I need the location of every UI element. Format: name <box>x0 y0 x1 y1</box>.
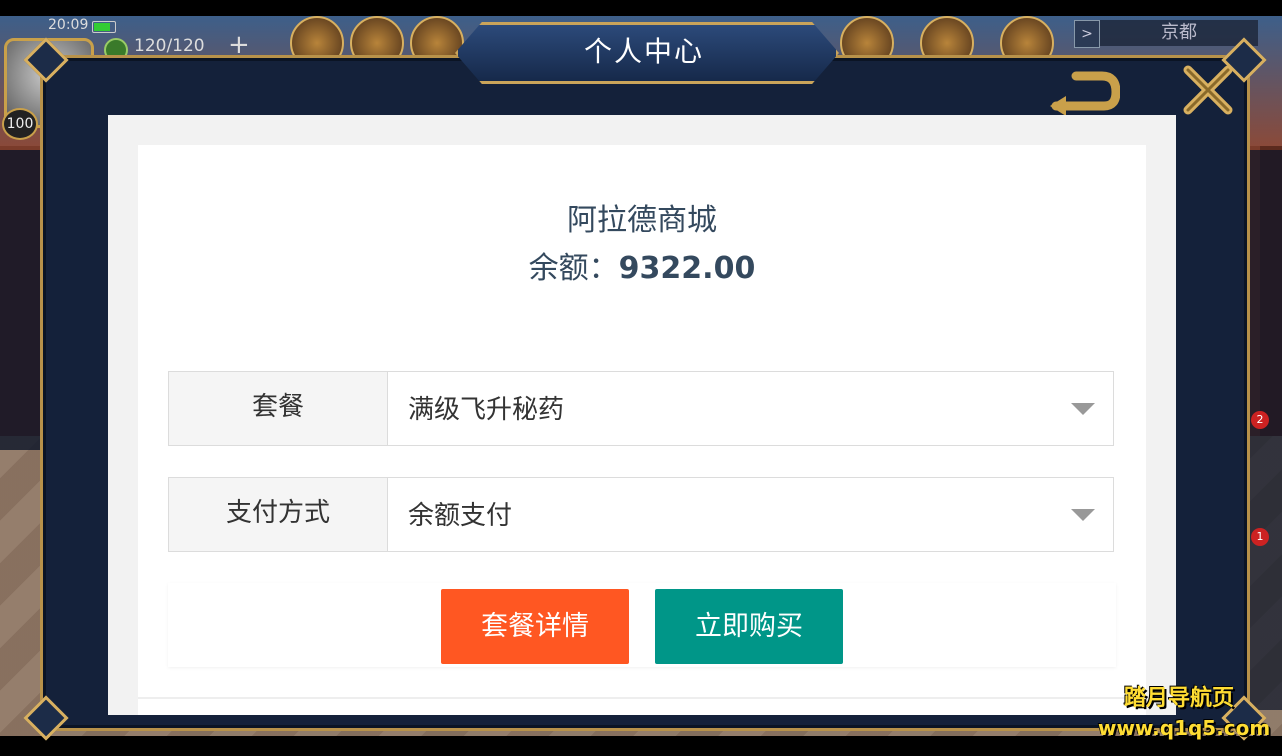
chevron-down-icon[interactable] <box>1071 509 1095 521</box>
payment-method-label: 支付方式 <box>169 478 388 551</box>
chevron-down-icon[interactable] <box>1071 403 1095 415</box>
payment-method-select[interactable]: 支付方式 余额支付 <box>168 477 1114 552</box>
quest-panel[interactable] <box>0 150 44 450</box>
package-value[interactable]: 满级飞升秘药 <box>408 372 564 445</box>
shop-webview: 阿拉德商城 余额：9322.00 套餐 满级飞升秘药 支付方式 余额支付 套餐详… <box>108 115 1176 715</box>
status-clock: 20:09 <box>48 17 89 33</box>
buy-now-button[interactable]: 立即购买 <box>655 589 843 664</box>
energy-counter: 120/120 <box>134 36 205 56</box>
divider <box>138 697 1146 699</box>
package-label: 套餐 <box>169 372 388 445</box>
watermark-title: 踏月导航页 <box>1124 686 1235 711</box>
balance-label: 余额： <box>528 251 619 286</box>
shop-card: 阿拉德商城 余额：9322.00 套餐 满级飞升秘药 支付方式 余额支付 套餐详… <box>138 145 1146 715</box>
balance-line: 余额：9322.00 <box>138 243 1146 287</box>
close-icon[interactable] <box>1180 62 1236 118</box>
package-select[interactable]: 套餐 满级飞升秘药 <box>168 371 1114 446</box>
action-bar: 套餐详情 立即购买 <box>168 583 1116 667</box>
balance-value: 9322.00 <box>618 251 756 286</box>
location-name: 京都 <box>1100 20 1258 46</box>
watermark-url: www.q1q5.com <box>1098 716 1271 740</box>
shop-name: 阿拉德商城 <box>567 203 717 238</box>
battery-icon <box>92 21 116 33</box>
back-icon[interactable] <box>1046 66 1120 116</box>
notification-badge: 2 <box>1251 411 1269 429</box>
notification-badge: 1 <box>1251 528 1269 546</box>
modal-title: 个人中心 <box>583 35 704 68</box>
package-details-button[interactable]: 套餐详情 <box>441 589 629 664</box>
map-toggle-button[interactable]: > <box>1074 20 1100 48</box>
player-level-badge: 100 <box>2 108 38 140</box>
payment-method-value[interactable]: 余额支付 <box>408 478 512 551</box>
